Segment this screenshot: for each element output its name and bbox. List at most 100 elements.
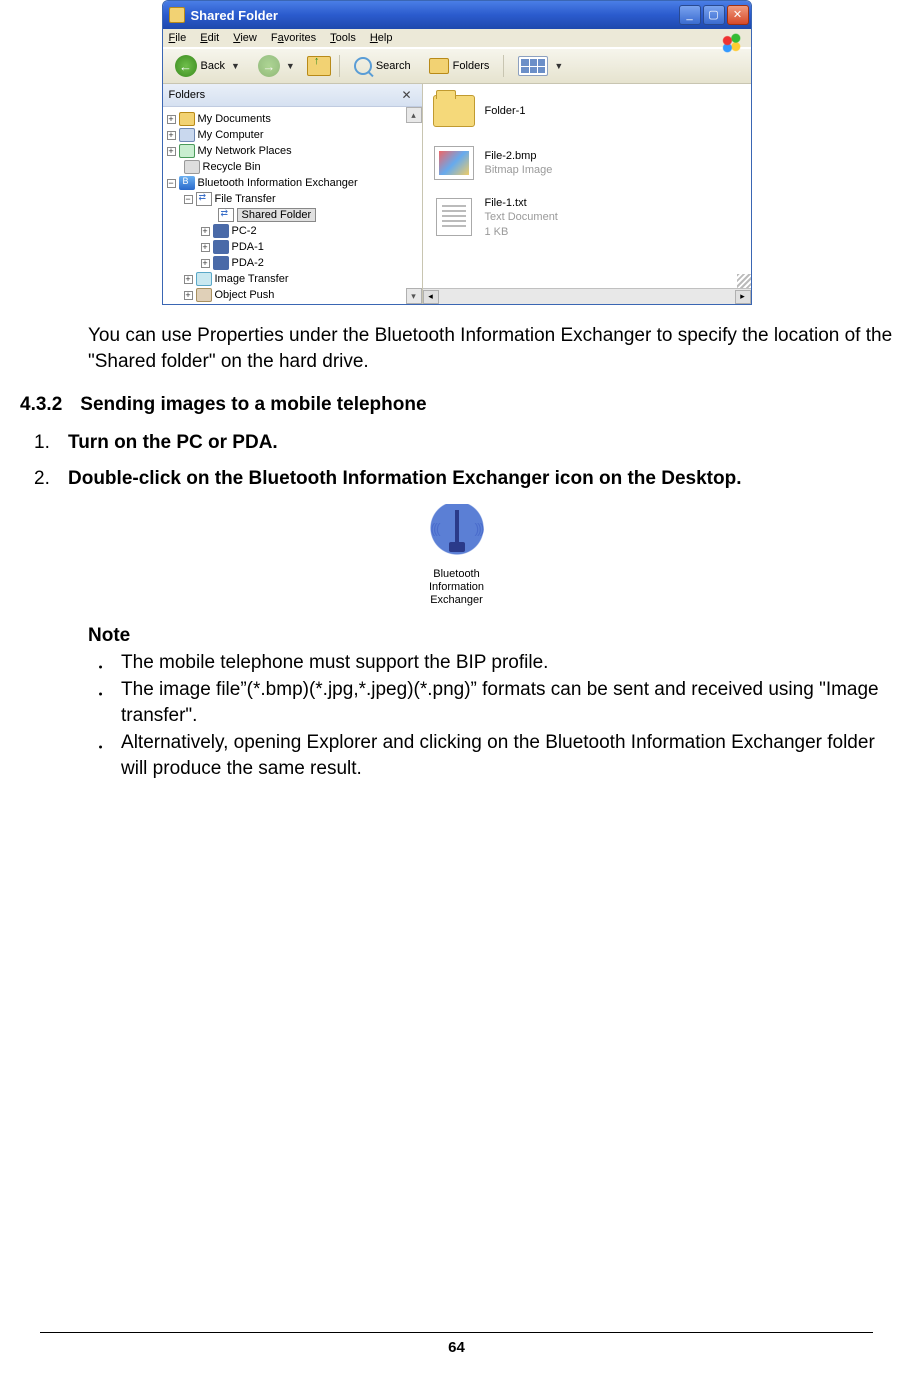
tree-item-shared-folder[interactable]: Shared Folder [167, 207, 422, 223]
scroll-right-button[interactable]: ▸ [735, 290, 751, 304]
tree-label: My Computer [198, 129, 264, 141]
desktop-icon[interactable]: Bluetooth Information Exchanger [409, 504, 505, 608]
tree-item-image-transfer[interactable]: + Image Transfer [167, 271, 422, 287]
file-type: Bitmap Image [485, 163, 553, 177]
note-item: ．Alternatively, opening Explorer and cli… [88, 730, 893, 783]
expand-icon[interactable]: + [201, 259, 210, 268]
back-label: Back [201, 60, 225, 72]
image-transfer-icon [196, 272, 212, 286]
text-doc-icon [436, 198, 472, 236]
file-name: File-1.txt [485, 196, 558, 210]
step-text: Double-click on the Bluetooth Informatio… [68, 468, 893, 490]
tree-item-pc2[interactable]: + PC-2 [167, 223, 422, 239]
tree-item-bt-exchanger[interactable]: − Bluetooth Information Exchanger [167, 175, 422, 191]
tree-item-my-documents[interactable]: + My Documents [167, 111, 422, 127]
tree-item-object-push[interactable]: + Object Push [167, 287, 422, 303]
section-heading: 4.3.2 Sending images to a mobile telepho… [0, 392, 913, 418]
bitmap-icon [434, 146, 474, 180]
back-button[interactable]: ← Back ▼ [169, 53, 246, 79]
expand-icon[interactable]: + [167, 115, 176, 124]
chevron-down-icon: ▼ [231, 61, 240, 71]
file-item-file2[interactable]: File-2.bmp Bitmap Image [431, 144, 743, 182]
tree-item-my-computer[interactable]: + My Computer [167, 127, 422, 143]
bluetooth-antenna-icon [427, 504, 487, 564]
icon-caption-line1: Bluetooth [409, 568, 505, 581]
page-number: 64 [40, 1332, 873, 1356]
forward-button[interactable]: → ▼ [252, 53, 301, 79]
note-text: The image file”(*.bmp)(*.jpg,*.jpeg)(*.p… [121, 677, 893, 730]
object-push-icon [196, 288, 212, 302]
resize-grip-icon[interactable] [737, 274, 751, 288]
expand-icon[interactable]: + [184, 275, 193, 284]
expand-icon[interactable]: + [167, 147, 176, 156]
folders-pane-title: Folders [169, 89, 206, 101]
page: Shared Folder _ ▢ ✕ File Edit View Favor… [0, 0, 913, 1376]
tree-scroll-down-button[interactable]: ▾ [406, 288, 422, 304]
tree-item-pda1[interactable]: + PDA-1 [167, 239, 422, 255]
icon-caption-line2: Information [409, 581, 505, 594]
tree-label: Image Transfer [215, 273, 289, 285]
file-item-file1[interactable]: File-1.txt Text Document 1 KB [431, 196, 743, 239]
windows-logo-icon [719, 31, 747, 55]
menu-favorites[interactable]: Favorites [271, 32, 316, 44]
file-transfer-icon [196, 192, 212, 206]
file-size: 1 KB [485, 225, 558, 239]
section-title: Sending images to a mobile telephone [80, 392, 426, 418]
window-title: Shared Folder [191, 8, 679, 23]
tree-label: Bluetooth Information Exchanger [198, 177, 358, 189]
folder-icon [169, 7, 185, 23]
tree-scroll-up-button[interactable]: ▴ [406, 107, 422, 123]
folders-pane-close-button[interactable]: ✕ [397, 88, 415, 102]
expand-icon[interactable]: + [167, 131, 176, 140]
forward-arrow-icon: → [258, 55, 280, 77]
menu-edit[interactable]: Edit [200, 32, 219, 44]
back-arrow-icon: ← [175, 55, 197, 77]
tree-label: My Documents [198, 113, 271, 125]
tree-item-pda2[interactable]: + PDA-2 [167, 255, 422, 271]
note-block: Note ．The mobile telephone must support … [0, 623, 913, 783]
network-icon [179, 144, 195, 158]
computer-icon [179, 128, 195, 142]
tree-item-recycle-bin[interactable]: Recycle Bin [167, 159, 422, 175]
expand-icon[interactable]: + [184, 291, 193, 300]
tree-label: My Network Places [198, 145, 292, 157]
menu-tools[interactable]: Tools [330, 32, 356, 44]
list-item: 1. Turn on the PC or PDA. [34, 432, 893, 454]
menu-help[interactable]: Help [370, 32, 393, 44]
folder-icon [179, 112, 195, 126]
folders-icon [429, 58, 449, 74]
views-button[interactable]: ▼ [512, 54, 569, 78]
menu-file[interactable]: File [169, 32, 187, 44]
tree-label: PC-2 [232, 225, 257, 237]
title-bar[interactable]: Shared Folder _ ▢ ✕ [163, 1, 751, 29]
folder-tree[interactable]: ▴ + My Documents + My Computer + [163, 107, 422, 304]
search-icon [354, 57, 372, 75]
close-button[interactable]: ✕ [727, 5, 749, 25]
tree-item-file-transfer[interactable]: − File Transfer [167, 191, 422, 207]
collapse-icon[interactable]: − [184, 195, 193, 204]
folders-label: Folders [453, 60, 490, 72]
menu-view[interactable]: View [233, 32, 257, 44]
search-button[interactable]: Search [348, 55, 417, 77]
device-icon [213, 256, 229, 270]
horizontal-scrollbar[interactable]: ◂ ▸ [423, 288, 751, 304]
folders-button[interactable]: Folders [423, 56, 496, 76]
file-name: Folder-1 [485, 104, 526, 118]
file-item-folder1[interactable]: Folder-1 [431, 92, 743, 130]
note-heading: Note [88, 623, 893, 650]
minimize-button[interactable]: _ [679, 5, 701, 25]
maximize-button[interactable]: ▢ [703, 5, 725, 25]
bluetooth-icon [179, 176, 195, 190]
expand-icon[interactable]: + [201, 227, 210, 236]
toolbar: ← Back ▼ → ▼ Search Folders ▼ [163, 48, 751, 84]
recycle-bin-icon [184, 160, 200, 174]
menu-bar: File Edit View Favorites Tools Help [163, 29, 751, 48]
scroll-left-button[interactable]: ◂ [423, 290, 439, 304]
expand-icon[interactable]: + [201, 243, 210, 252]
tree-item-my-network[interactable]: + My Network Places [167, 143, 422, 159]
tree-label-selected: Shared Folder [237, 208, 317, 222]
collapse-icon[interactable]: − [167, 179, 176, 188]
tree-label: PDA-2 [232, 257, 264, 269]
up-folder-button[interactable] [307, 56, 331, 76]
step-number: 2. [34, 468, 56, 490]
